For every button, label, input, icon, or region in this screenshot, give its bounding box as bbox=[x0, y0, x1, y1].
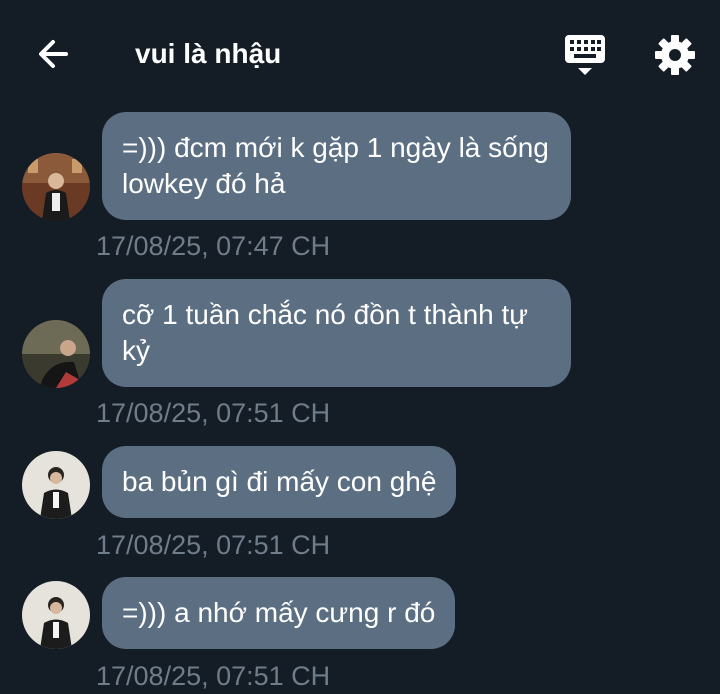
message-timestamp: 17/08/25, 07:51 CH bbox=[96, 530, 331, 560]
avatar[interactable] bbox=[22, 451, 90, 519]
chat-title: vui là nhậu bbox=[135, 38, 282, 69]
avatar[interactable] bbox=[22, 153, 90, 221]
gear-icon bbox=[655, 35, 695, 75]
keyboard-button[interactable] bbox=[562, 32, 608, 78]
avatar[interactable] bbox=[22, 581, 90, 649]
message-timestamp: 17/08/25, 07:51 CH bbox=[96, 398, 331, 428]
settings-button[interactable] bbox=[652, 32, 698, 78]
back-button[interactable] bbox=[32, 32, 76, 76]
message-bubble[interactable]: =))) a nhớ mấy cưng r đó bbox=[102, 577, 456, 649]
message-timestamp: 17/08/25, 07:47 CH bbox=[96, 231, 331, 261]
message-bubble[interactable]: cỡ 1 tuần chắc nó đồn t thành tự kỷ bbox=[102, 279, 571, 387]
chat-screen: vui là nhậu =))) đcm mới k gặp 1 ngày là… bbox=[0, 0, 720, 694]
keyboard-icon bbox=[565, 35, 605, 75]
message-bubble[interactable]: =))) đcm mới k gặp 1 ngày là sống lowkey… bbox=[102, 112, 571, 220]
message-bubble[interactable]: ba bủn gì đi mấy con ghệ bbox=[102, 446, 457, 518]
avatar[interactable] bbox=[22, 320, 90, 388]
arrow-left-icon bbox=[39, 40, 68, 68]
chat-header: vui là nhậu bbox=[0, 0, 720, 108]
message-timestamp: 17/08/25, 07:51 CH bbox=[96, 661, 331, 691]
